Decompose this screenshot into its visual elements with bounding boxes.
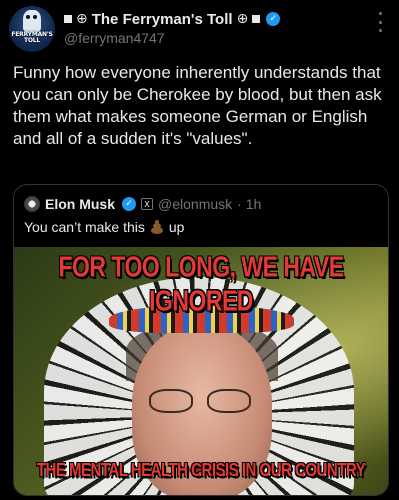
quoted-media-image[interactable]: FOR TOO LONG, WE HAVE IGNORED THE MENTAL…: [14, 247, 388, 495]
x-logo-icon: X: [141, 198, 154, 210]
author-display-name[interactable]: The Ferryman's Toll: [92, 11, 233, 28]
poop-emoji-icon: [149, 220, 165, 234]
quoted-avatar[interactable]: [24, 196, 40, 212]
avatar-skull-figure: [23, 10, 41, 32]
name-prefix-glyph: ⊕: [76, 11, 88, 27]
author-avatar[interactable]: FERRYMAN'S TOLL: [9, 6, 55, 52]
quoted-display-name[interactable]: Elon Musk: [45, 196, 115, 212]
square-glyph-icon: [252, 15, 261, 23]
post: FERRYMAN'S TOLL ⊕ The Ferryman's Toll ⊕ …: [0, 0, 399, 500]
name-suffix-glyph: ⊕: [236, 11, 249, 27]
verified-badge-icon[interactable]: ✓: [266, 12, 281, 26]
verified-badge-icon[interactable]: ✓: [122, 197, 137, 211]
quoted-header: Elon Musk ✓ X @elonmusk · 1h: [24, 195, 261, 213]
image-top-caption: FOR TOO LONG, WE HAVE IGNORED: [58, 250, 344, 317]
avatar-skull-eyes: [26, 15, 30, 19]
quoted-text-before: You can’t make this: [24, 219, 145, 235]
post-text: Funny how everyone inherently understand…: [13, 63, 387, 148]
author-name-row[interactable]: ⊕ The Ferryman's Toll ⊕ ✓: [64, 9, 281, 29]
square-glyph-icon: [64, 15, 72, 23]
author-handle[interactable]: @ferryman4747: [64, 30, 165, 46]
quoted-text: You can’t make this up: [24, 219, 184, 235]
more-vertical-icon[interactable]: [379, 12, 383, 32]
quoted-time[interactable]: · 1h: [237, 196, 261, 212]
quoted-handle[interactable]: @elonmusk: [158, 196, 232, 212]
quoted-tweet[interactable]: Elon Musk ✓ X @elonmusk · 1h You can’t m…: [13, 184, 389, 496]
glasses: [149, 389, 255, 415]
avatar-text: FERRYMAN'S TOLL: [11, 31, 53, 44]
image-bottom-caption: THE MENTAL HEALTH CRISIS IN OUR COUNTRY: [36, 459, 366, 482]
quoted-text-after: up: [168, 219, 185, 235]
